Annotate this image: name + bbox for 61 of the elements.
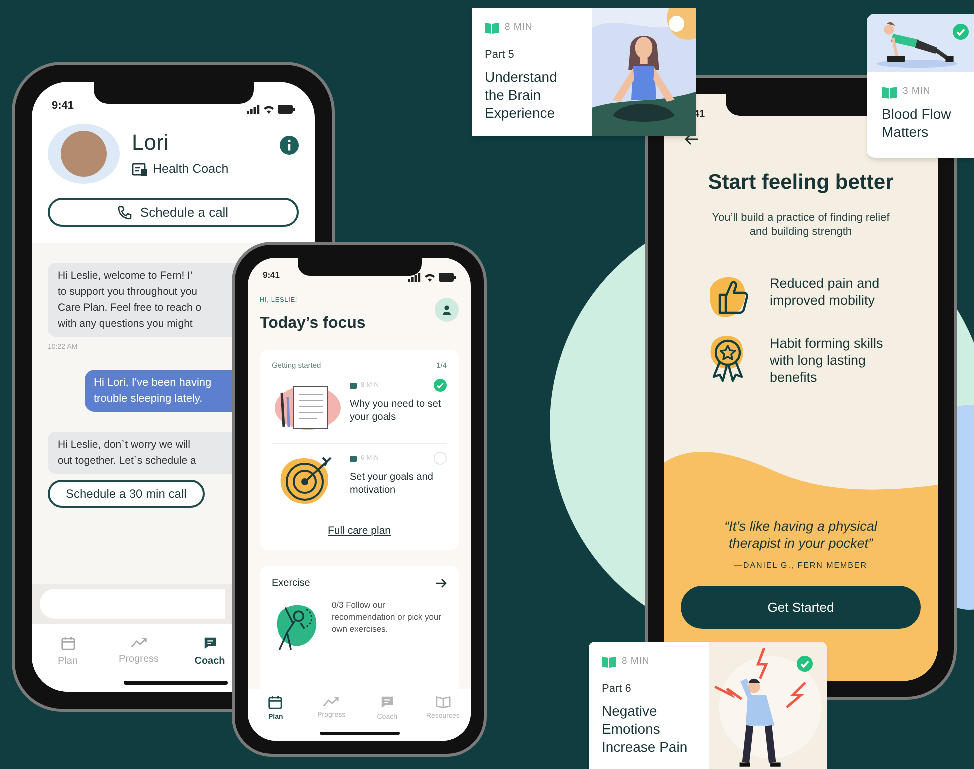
battery-icon [278,105,295,114]
checkmark-icon [434,379,447,392]
tab-label[interactable]: Coach [194,654,226,669]
lesson-duration: 3 MIN [903,85,931,99]
testimonial-quote: “It’s like having a physical therapist in your pocket” [724,518,879,552]
trend-icon [130,636,148,649]
full-care-plan-link[interactable]: Full care plan [328,524,392,540]
lesson-part: Part 5 [485,48,516,64]
id-badge-icon [132,162,148,176]
person-icon [442,305,452,315]
schedule-call-button[interactable]: Schedule a call [48,198,299,227]
signal-icon [247,105,260,114]
book-icon [602,656,616,668]
onboarding-subtitle: You’ll build a practice of finding relief and building strength [711,210,891,238]
back-arrow-icon[interactable] [685,134,698,145]
lesson-type-icon [350,382,357,388]
lesson-title[interactable]: Set your goals and motivation [350,471,447,497]
phone-icon [118,206,132,220]
lesson-card[interactable]: 3 MIN Blood Flow Matters [867,14,974,158]
exercise-description: 0/3 Follow our recommendation or pick your own exercises. [332,598,443,635]
onboarding-title: Start feeling better [707,170,895,196]
checkmark-icon [953,24,969,40]
exercise-title: Exercise [272,576,310,591]
profile-button[interactable] [435,298,459,322]
lesson-card[interactable]: 8 MIN Part 6 Negative Emotions Increase Pain [589,642,827,769]
coach-name: Lori [132,130,170,156]
chat-icon [380,695,395,710]
signal-icon [408,273,421,282]
book-icon [485,22,499,34]
tab[interactable]: Coach [188,624,232,692]
lesson-duration: 8 MIN [505,21,533,35]
lesson-title: Understand the Brain Experience [485,68,558,122]
lesson-type-icon [350,456,357,462]
get-started-button[interactable]: Get Started [681,586,921,629]
wifi-icon [263,105,275,114]
lesson-duration: 8 MIN [622,655,650,669]
calendar-icon [268,695,284,710]
book-icon [436,695,451,709]
book-icon [882,86,897,99]
lesson-card[interactable]: 8 MIN Part 5 Understand the Brain Experience [472,8,696,136]
lesson-title: Negative Emotions Increase Pain [602,702,689,756]
chat-icon [202,636,218,651]
message-input[interactable] [40,589,225,619]
status-time: 9:41 [263,269,280,282]
lesson-part: Part 6 [602,682,632,698]
benefit-text: Reduced pain and improved mobility [770,274,881,308]
status-time: 9:41 [52,98,74,114]
schedule-call-button[interactable]: Schedule a 30 min call [48,480,205,508]
benefit-text: Habit forming skills with long lasting benefits [770,334,884,386]
arrow-icon[interactable] [436,578,447,588]
coach-role: Health Coach [153,160,229,178]
checkmark-icon [797,656,813,672]
testimonial-author: —DANIEL G., FERN MEMBER [734,560,868,572]
lesson-title: Blood Flow Matters [882,105,952,142]
wifi-icon [424,273,436,282]
calendar-icon [60,636,76,651]
lesson-title[interactable]: Why you need to set your goals [350,398,447,424]
trend-icon [323,695,340,708]
battery-icon [439,273,456,282]
info-icon[interactable] [280,136,299,155]
avatar-photo-placeholder [61,131,107,177]
